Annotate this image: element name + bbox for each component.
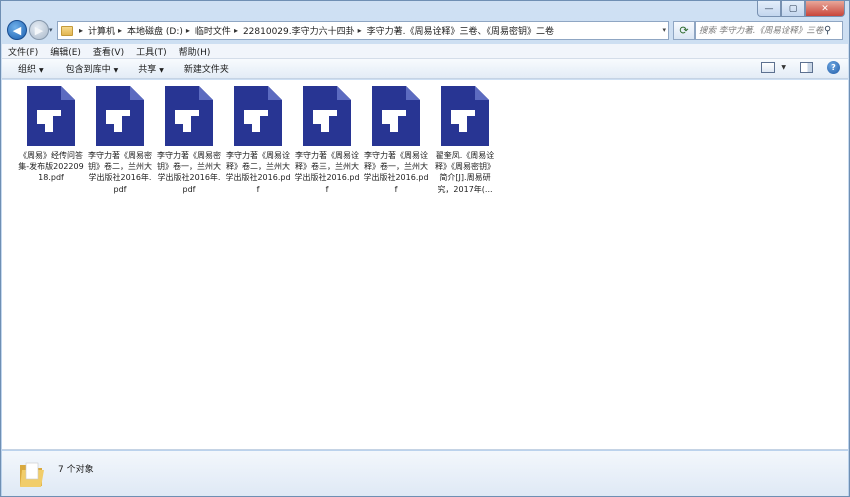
menu-tools[interactable]: 工具(T) xyxy=(130,45,173,58)
file-item[interactable]: 李守力著《周易诠释》卷三，兰州大学出版社2016.pdf xyxy=(294,84,360,195)
command-bar: 组织 ▼ 包含到库中 ▼ 共享 ▼ 新建文件夹 ▼ ? xyxy=(2,59,848,79)
pdf-file-icon xyxy=(370,84,422,148)
menu-edit[interactable]: 编辑(E) xyxy=(44,45,87,58)
back-arrow-icon: ◀ xyxy=(12,23,22,37)
folder-icon xyxy=(18,459,46,492)
pdf-file-icon xyxy=(25,84,77,148)
details-pane: 7 个对象 xyxy=(2,451,848,496)
file-item[interactable]: 《周易》经传问答集-发布版20220918.pdf xyxy=(18,84,84,184)
breadcrumb-current-folder[interactable]: 李守力著.《周易诠释》三卷、《周易密钥》二卷 xyxy=(367,24,554,37)
new-folder-button[interactable]: 新建文件夹 xyxy=(176,62,237,75)
file-item[interactable]: 李守力著《周易诠释》卷二，兰州大学出版社2016.pdf xyxy=(225,84,291,195)
view-controls: ▼ ? xyxy=(761,61,840,74)
forward-button[interactable]: ▶ xyxy=(29,20,49,40)
include-in-library-button[interactable]: 包含到库中 ▼ xyxy=(58,62,127,75)
breadcrumb-separator[interactable]: ▸ xyxy=(355,26,367,35)
pdf-file-icon xyxy=(163,84,215,148)
chevron-down-icon: ▼ xyxy=(159,67,164,74)
close-button[interactable]: ✕ xyxy=(805,1,845,17)
menu-file[interactable]: 文件(F) xyxy=(2,45,44,58)
preview-pane-icon[interactable] xyxy=(800,62,813,73)
address-bar[interactable]: ▸ 计算机 ▸ 本地磁盘 (D:) ▸ 临时文件 ▸ 22810029.李守力六… xyxy=(57,21,669,40)
back-button[interactable]: ◀ xyxy=(7,20,27,40)
refresh-button[interactable]: ⟳ xyxy=(673,21,695,40)
change-view-icon[interactable] xyxy=(761,62,776,73)
maximize-button[interactable]: ▢ xyxy=(781,1,805,17)
breadcrumb-separator[interactable]: ▸ xyxy=(76,26,88,35)
search-icon[interactable]: ⚲ xyxy=(824,25,831,36)
file-item[interactable]: 李守力著《周易密钥》卷二，兰州大学出版社2016年.pdf xyxy=(87,84,153,195)
file-name: 李守力著《周易密钥》卷一，兰州大学出版社2016年.pdf xyxy=(157,151,221,194)
help-icon[interactable]: ? xyxy=(827,61,840,74)
file-name: 李守力著《周易密钥》卷二，兰州大学出版社2016年.pdf xyxy=(88,151,152,194)
menu-bar: 文件(F) 编辑(E) 查看(V) 工具(T) 帮助(H) xyxy=(2,44,848,59)
window-controls: — ▢ ✕ xyxy=(757,1,845,17)
breadcrumb-64-hexagrams[interactable]: 22810029.李守力六十四卦 xyxy=(243,24,355,37)
file-item[interactable]: 李守力著《周易密钥》卷一，兰州大学出版社2016年.pdf xyxy=(156,84,222,195)
organize-label: 组织 xyxy=(18,65,37,75)
view-dropdown-icon[interactable]: ▼ xyxy=(781,64,786,71)
navigation-row: ◀ ▶ ▾ ▸ 计算机 ▸ 本地磁盘 (D:) ▸ 临时文件 ▸ 2281002… xyxy=(5,19,845,43)
refresh-icon: ⟳ xyxy=(679,24,689,37)
file-name: 翟奎凤.《周易诠释》《周易密钥》简介[J].周易研究，2017年(... xyxy=(435,151,495,194)
search-input[interactable] xyxy=(696,22,824,39)
explorer-window: — ▢ ✕ ◀ ▶ ▾ ▸ 计算机 ▸ 本地磁盘 (D:) ▸ 临时文件 ▸ 2… xyxy=(0,0,850,497)
breadcrumb-local-disk[interactable]: 本地磁盘 (D:) xyxy=(127,24,183,37)
item-count: 7 个对象 xyxy=(58,465,94,475)
search-box[interactable]: ⚲ xyxy=(695,21,843,40)
breadcrumb-separator[interactable]: ▸ xyxy=(183,26,195,35)
file-name: 《周易》经传问答集-发布版20220918.pdf xyxy=(18,151,84,183)
minimize-button[interactable]: — xyxy=(757,1,781,17)
pdf-file-icon xyxy=(94,84,146,148)
menu-view[interactable]: 查看(V) xyxy=(87,45,130,58)
chevron-down-icon: ▼ xyxy=(39,67,44,74)
address-dropdown-icon[interactable]: ▾ xyxy=(662,26,666,34)
breadcrumb-separator[interactable]: ▸ xyxy=(231,26,243,35)
chevron-down-icon: ▼ xyxy=(113,67,119,74)
breadcrumb-computer[interactable]: 计算机 xyxy=(88,24,115,37)
file-name: 李守力著《周易诠释》卷三，兰州大学出版社2016.pdf xyxy=(294,151,360,194)
file-name: 李守力著《周易诠释》卷二，兰州大学出版社2016.pdf xyxy=(225,151,291,194)
forward-arrow-icon: ▶ xyxy=(34,23,44,37)
pdf-file-icon xyxy=(232,84,284,148)
file-name: 李守力著《周易诠释》卷一，兰州大学出版社2016.pdf xyxy=(363,151,429,194)
include-library-label: 包含到库中 xyxy=(65,65,111,75)
file-item[interactable]: 翟奎凤.《周易诠释》《周易密钥》简介[J].周易研究，2017年(... xyxy=(432,84,498,195)
organize-button[interactable]: 组织 ▼ xyxy=(10,62,52,75)
menu-help[interactable]: 帮助(H) xyxy=(173,45,217,58)
breadcrumb-separator[interactable]: ▸ xyxy=(115,26,127,35)
pdf-file-icon xyxy=(301,84,353,148)
folder-icon xyxy=(61,25,73,36)
share-label: 共享 xyxy=(138,65,157,75)
file-list[interactable]: 《周易》经传问答集-发布版20220918.pdf 李守力著《周易密钥》卷二，兰… xyxy=(2,80,848,450)
share-button[interactable]: 共享 ▼ xyxy=(130,62,172,75)
recent-pages-dropdown[interactable]: ▾ xyxy=(49,26,53,34)
pdf-file-icon xyxy=(439,84,491,148)
file-item[interactable]: 李守力著《周易诠释》卷一，兰州大学出版社2016.pdf xyxy=(363,84,429,195)
breadcrumb-temp-files[interactable]: 临时文件 xyxy=(195,24,231,37)
